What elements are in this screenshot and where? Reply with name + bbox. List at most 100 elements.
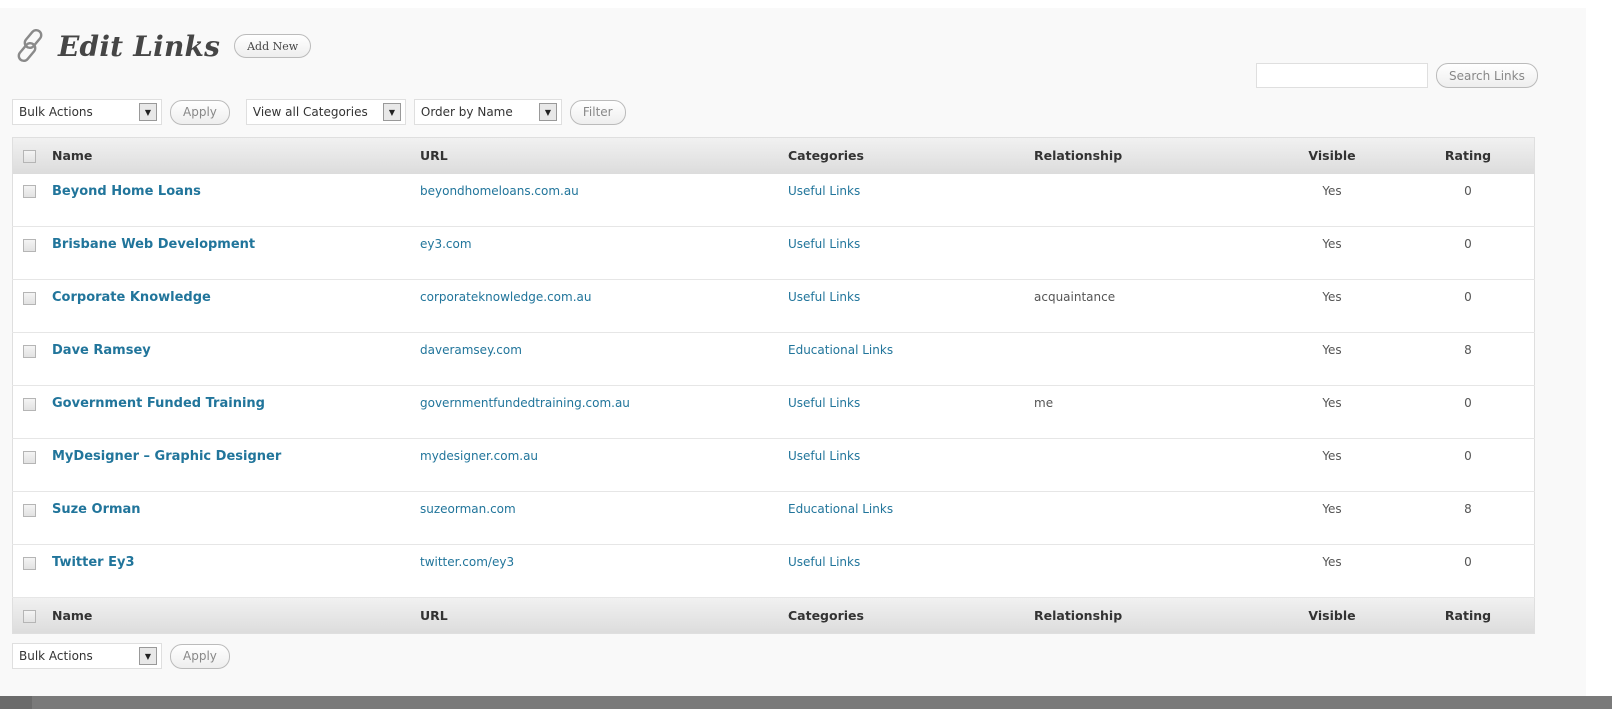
column-url[interactable]: URL (412, 138, 780, 174)
link-name[interactable]: MyDesigner – Graphic Designer (52, 449, 281, 464)
header-row: Name URL Categories Relationship Visible… (12, 137, 1535, 174)
link-url[interactable]: mydesigner.com.au (420, 449, 538, 463)
column-name[interactable]: Name (44, 598, 412, 634)
url-cell: governmentfundedtraining.com.au (412, 385, 780, 439)
rating-cell: 8 (1402, 491, 1535, 545)
relationship-cell (1026, 491, 1262, 545)
bottom-edge (32, 696, 1612, 709)
row-checkbox[interactable] (23, 503, 36, 517)
add-new-button[interactable]: Add New (234, 34, 312, 58)
link-url[interactable]: governmentfundedtraining.com.au (420, 396, 630, 410)
link-url[interactable]: ey3.com (420, 237, 472, 251)
name-cell: Government Funded Training (44, 385, 412, 439)
search-input[interactable] (1256, 63, 1428, 88)
select-all-checkbox[interactable] (23, 150, 36, 164)
table-footer: Name URL Categories Relationship Visible… (12, 597, 1535, 634)
page-title: Edit Links (58, 29, 221, 63)
name-cell: Dave Ramsey (44, 332, 412, 386)
table-row: Brisbane Web Development ey3.com Useful … (12, 226, 1535, 280)
rating-cell: 8 (1402, 332, 1535, 386)
table-row: MyDesigner – Graphic Designer mydesigner… (12, 438, 1535, 492)
column-relationship: Relationship (1034, 148, 1123, 164)
category-cell: Useful Links (780, 279, 1026, 333)
link-url[interactable]: beyondhomeloans.com.au (420, 184, 579, 198)
link-url[interactable]: daveramsey.com (420, 343, 522, 357)
order-by-select[interactable]: Order by Name ▼ (413, 99, 562, 125)
apply-button[interactable]: Apply (170, 99, 230, 125)
url-cell: beyondhomeloans.com.au (412, 173, 780, 227)
column-visible[interactable]: Visible (1262, 598, 1402, 634)
table-header: Name URL Categories Relationship Visible… (12, 137, 1535, 174)
category-cell: Useful Links (780, 226, 1026, 280)
column-name[interactable]: Name (44, 138, 412, 174)
rating-cell: 0 (1402, 279, 1535, 333)
table-row: Dave Ramsey daveramsey.com Educational L… (12, 332, 1535, 386)
bulk-actions-select-bottom[interactable]: Bulk Actions ▼ (12, 643, 162, 669)
link-name[interactable]: Dave Ramsey (52, 343, 151, 358)
column-url[interactable]: URL (412, 598, 780, 634)
select-all-checkbox[interactable] (23, 610, 36, 623)
row-checkbox[interactable] (23, 185, 36, 198)
row-checkbox[interactable] (23, 556, 36, 570)
row-checkbox[interactable] (23, 238, 36, 252)
row-checkbox[interactable] (23, 344, 36, 358)
name-cell: Suze Orman (44, 491, 412, 545)
rating-cell: 0 (1402, 173, 1535, 227)
table-row: Corporate Knowledge corporateknowledge.c… (12, 279, 1535, 333)
link-category[interactable]: Useful Links (788, 237, 860, 251)
link-name[interactable]: Government Funded Training (52, 396, 265, 411)
link-category[interactable]: Useful Links (788, 396, 860, 410)
link-category[interactable]: Useful Links (788, 290, 860, 304)
visible-cell: Yes (1262, 332, 1402, 386)
row-checkbox[interactable] (23, 397, 36, 411)
link-category[interactable]: Useful Links (788, 555, 860, 569)
column-rating[interactable]: Rating (1402, 138, 1535, 174)
row-checkbox-cell (12, 385, 44, 439)
row-checkbox-cell (12, 491, 44, 545)
table-body: Beyond Home Loans beyondhomeloans.com.au… (12, 173, 1535, 598)
link-category[interactable]: Educational Links (788, 343, 893, 357)
url-cell: corporateknowledge.com.au (412, 279, 780, 333)
link-url[interactable]: corporateknowledge.com.au (420, 290, 591, 304)
relationship-cell: me (1026, 385, 1262, 439)
row-checkbox[interactable] (23, 291, 36, 305)
row-checkbox[interactable] (23, 450, 36, 464)
bulk-actions-value: Bulk Actions (19, 105, 93, 119)
search-links-button[interactable]: Search Links (1436, 63, 1538, 88)
category-cell: Useful Links (780, 438, 1026, 492)
visible-cell: Yes (1262, 279, 1402, 333)
rating-cell: 0 (1402, 226, 1535, 280)
link-name[interactable]: Corporate Knowledge (52, 290, 211, 305)
link-url[interactable]: twitter.com/ey3 (420, 555, 514, 569)
link-url[interactable]: suzeorman.com (420, 502, 516, 516)
link-name[interactable]: Twitter Ey3 (52, 555, 135, 570)
link-category[interactable]: Useful Links (788, 449, 860, 463)
link-category[interactable]: Useful Links (788, 184, 860, 198)
table-row: Government Funded Training governmentfun… (12, 385, 1535, 439)
name-cell: Beyond Home Loans (44, 173, 412, 227)
url-cell: daveramsey.com (412, 332, 780, 386)
column-visible[interactable]: Visible (1262, 138, 1402, 174)
apply-button-bottom[interactable]: Apply (170, 643, 230, 669)
link-name[interactable]: Brisbane Web Development (52, 237, 255, 252)
link-name[interactable]: Beyond Home Loans (52, 184, 201, 199)
rating-cell: 0 (1402, 438, 1535, 492)
url-cell: mydesigner.com.au (412, 438, 780, 492)
category-cell: Useful Links (780, 173, 1026, 227)
rating-cell: 0 (1402, 544, 1535, 598)
row-checkbox-cell (12, 438, 44, 492)
column-rating[interactable]: Rating (1402, 598, 1535, 634)
categories-select[interactable]: View all Categories ▼ (245, 99, 406, 125)
link-name[interactable]: Suze Orman (52, 502, 141, 517)
relationship-cell (1026, 173, 1262, 227)
toolbar-top: Bulk Actions ▼ Apply View all Categories… (12, 99, 642, 125)
filter-button[interactable]: Filter (569, 99, 626, 125)
bulk-actions-select[interactable]: Bulk Actions ▼ (12, 99, 162, 125)
url-cell: suzeorman.com (412, 491, 780, 545)
visible-cell: Yes (1262, 173, 1402, 227)
page-wrap: Edit Links Add New Search Links Bulk Act… (0, 0, 1586, 696)
relationship-cell (1026, 438, 1262, 492)
visible-cell: Yes (1262, 226, 1402, 280)
category-cell: Useful Links (780, 544, 1026, 598)
link-category[interactable]: Educational Links (788, 502, 893, 516)
